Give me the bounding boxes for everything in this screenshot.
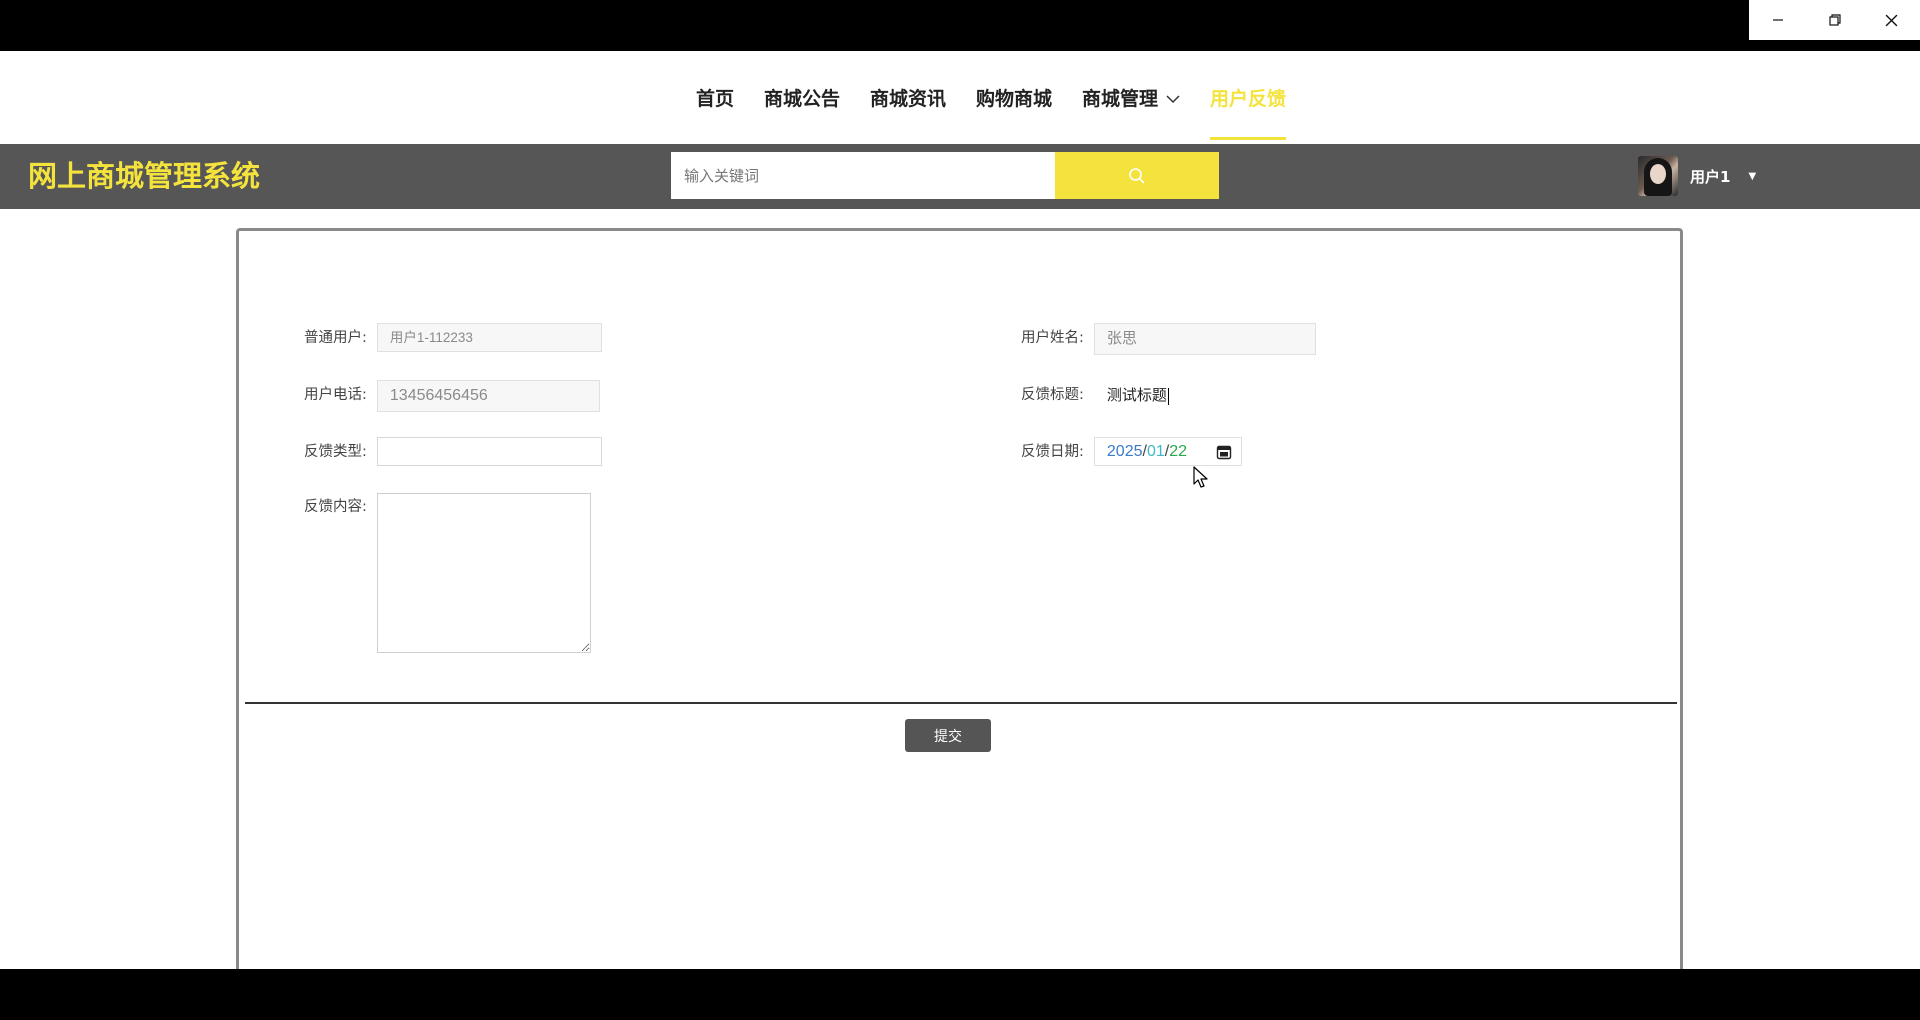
- feedback-type-label: 反馈类型:: [304, 444, 367, 460]
- feedback-title-label: 反馈标题:: [1021, 387, 1084, 403]
- nav-item-label: 首页: [695, 88, 734, 110]
- date-day: 22: [1169, 442, 1187, 460]
- form-row-feedback-type: 反馈类型:: [304, 437, 602, 466]
- feedback-form-panel: 普通用户: 用户1-112233 用户姓名: 张思 用户电话: 13456456…: [236, 228, 1683, 969]
- brand-title: 网上商城管理系统: [28, 159, 261, 193]
- avatar[interactable]: [1638, 156, 1678, 196]
- top-navigation: 首页 商城公告 商城资讯 购物商城 商城管理 用户反馈: [0, 51, 1920, 144]
- window-controls: [1749, 0, 1920, 40]
- nav-item-mall-management[interactable]: 商城管理: [1067, 51, 1195, 144]
- feedback-title-input[interactable]: 测试标题: [1093, 380, 1234, 412]
- minimize-icon: [1772, 19, 1783, 21]
- form-row-user-account: 普通用户: 用户1-112233: [304, 323, 602, 352]
- feedback-type-input[interactable]: [376, 437, 602, 466]
- form-row-feedback-content: 反馈内容:: [304, 493, 591, 653]
- search-icon: [1129, 167, 1145, 184]
- mouse-cursor-icon: [1193, 466, 1209, 494]
- feedback-date-label: 反馈日期:: [1021, 444, 1084, 460]
- feedback-content-textarea[interactable]: [376, 493, 591, 653]
- user-menu[interactable]: 用户1 ▼: [1638, 151, 1756, 201]
- user-real-name-label: 用户姓名:: [1021, 330, 1084, 346]
- form-row-phone: 用户电话: 13456456456: [304, 380, 600, 412]
- user-name: 用户1: [1690, 167, 1731, 186]
- minimize-button[interactable]: [1749, 0, 1806, 40]
- nav-item-label: 商城公告: [763, 88, 840, 110]
- taskbar-area: [0, 969, 1920, 1020]
- form-row-feedback-title: 反馈标题: 测试标题: [1021, 380, 1234, 412]
- restore-button[interactable]: [1806, 0, 1863, 40]
- search-input[interactable]: [671, 152, 1055, 199]
- text-caret: [1167, 387, 1169, 405]
- close-button[interactable]: [1863, 0, 1920, 40]
- form-divider: [245, 702, 1677, 704]
- form-row-user-real-name: 用户姓名: 张思: [1021, 323, 1316, 355]
- feedback-date-input[interactable]: 2025/01/22: [1093, 437, 1242, 466]
- user-real-name-field[interactable]: 张思: [1093, 323, 1316, 355]
- nav-item-shop[interactable]: 购物商城: [961, 51, 1067, 144]
- nav-item-announcements[interactable]: 商城公告: [749, 51, 855, 144]
- calendar-icon[interactable]: [1216, 444, 1232, 460]
- chevron-down-icon: [1166, 87, 1180, 109]
- nav-item-label: 购物商城: [976, 88, 1053, 110]
- avatar-face-shape: [1650, 164, 1666, 184]
- header-bar: 网上商城管理系统 用户1 ▼: [0, 144, 1920, 209]
- phone-field[interactable]: 13456456456: [376, 380, 600, 412]
- close-icon: [1885, 14, 1898, 26]
- nav-item-label: 用户反馈: [1210, 88, 1287, 110]
- search-button[interactable]: [1055, 152, 1219, 199]
- caret-down-icon: ▼: [1748, 170, 1757, 182]
- nav-list: 首页 商城公告 商城资讯 购物商城 商城管理 用户反馈: [0, 51, 1920, 144]
- restore-icon: [1828, 14, 1841, 26]
- nav-item-news[interactable]: 商城资讯: [855, 51, 961, 144]
- submit-button[interactable]: 提交: [905, 719, 991, 752]
- date-month: 01: [1146, 442, 1165, 460]
- feedback-title-value: 测试标题: [1106, 387, 1167, 404]
- date-year: 2025: [1106, 442, 1143, 460]
- phone-label: 用户电话:: [304, 387, 367, 403]
- feedback-content-label: 反馈内容:: [304, 499, 367, 515]
- nav-item-label: 商城管理: [1082, 88, 1159, 110]
- nav-item-user-feedback[interactable]: 用户反馈: [1195, 51, 1301, 144]
- nav-item-label: 商城资讯: [869, 88, 946, 110]
- user-account-label: 普通用户:: [304, 330, 367, 346]
- browser-viewport: 首页 商城公告 商城资讯 购物商城 商城管理 用户反馈 网上商城管理系统 用户1: [0, 51, 1920, 969]
- window-titlebar: [0, 0, 1920, 51]
- user-account-field[interactable]: 用户1-112233: [376, 323, 602, 352]
- nav-item-home[interactable]: 首页: [681, 51, 749, 144]
- form-row-feedback-date: 反馈日期: 2025/01/22: [1021, 437, 1242, 466]
